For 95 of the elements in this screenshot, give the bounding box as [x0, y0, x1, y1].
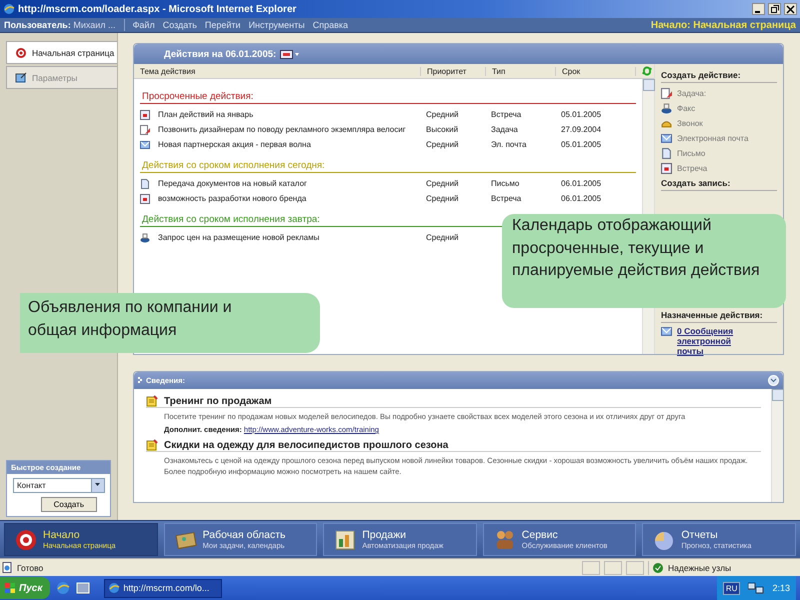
- clock-text: 2:13: [772, 583, 790, 593]
- restore-icon[interactable]: [769, 4, 780, 14]
- note-icon: [146, 439, 158, 451]
- type-cell-text: Встреча: [490, 194, 522, 203]
- task-icon: [140, 124, 150, 134]
- document-icon: [140, 178, 150, 188]
- security-zone-text: Надежные узлы: [668, 562, 732, 572]
- menu-item[interactable]: Создать: [162, 20, 197, 30]
- menu-item[interactable]: Справка: [312, 20, 348, 30]
- status-panel: [582, 560, 600, 574]
- activity-subject[interactable]: Позвонить дизайнерам по поводу рекламного экземпляра велосиг: [152, 125, 420, 134]
- priority-cell-text: Средний: [425, 140, 460, 149]
- sidebar-item[interactable]: Электронная почта: [661, 131, 777, 146]
- activity-subject[interactable]: Передача документов на новый каталог: [152, 179, 420, 188]
- sidebar-item[interactable]: Встреча: [661, 161, 777, 176]
- create-button[interactable]: Создать: [40, 497, 97, 512]
- user-label: Пользователь: Михаил ...: [4, 20, 116, 30]
- type-cell-text: Эл. почта: [490, 140, 528, 149]
- calendar-icon: [140, 194, 150, 204]
- checkmark-icon: [653, 562, 663, 572]
- settings-icon: [15, 72, 27, 84]
- callout-note: Объявления по компании и общая информация: [20, 293, 320, 353]
- panel-title: Действия на 06.01.2005:: [163, 48, 276, 60]
- calendar-icon: [140, 110, 150, 120]
- status-panel: [604, 560, 622, 574]
- fax-icon: [140, 232, 150, 242]
- taskbar-task[interactable]: http://mscrm.com/lo...: [104, 578, 222, 598]
- menu-item[interactable]: Инструменты: [248, 20, 305, 30]
- priority-cell-text: Средний: [425, 179, 460, 188]
- activity-subject[interactable]: План действий на январь: [152, 110, 420, 119]
- news-title: Тренинг по продажам: [164, 396, 272, 406]
- calendar-dropdown-icon[interactable]: [280, 49, 300, 59]
- scrollbar[interactable]: [771, 389, 783, 502]
- priority-cell-text: Высокий: [425, 125, 460, 134]
- browser-icon[interactable]: [56, 581, 70, 595]
- sidebar-item[interactable]: Звонок: [661, 116, 777, 131]
- network-icon[interactable]: [748, 582, 764, 594]
- priority-cell-text: Средний: [425, 194, 460, 203]
- due-date-cell-text: 06.01.2005: [560, 194, 602, 203]
- menu-item[interactable]: Перейти: [204, 20, 241, 30]
- column-header[interactable]: Приоритет: [421, 66, 486, 76]
- browser-icon: [3, 3, 15, 15]
- calendar-icon: [661, 163, 672, 174]
- browser-icon: [108, 582, 120, 594]
- column-header[interactable]: Тип: [486, 66, 556, 76]
- nav-tab[interactable]: Начальная страница: [6, 41, 117, 64]
- fax-icon: [661, 103, 672, 114]
- window-title: http://mscrm.com/loader.aspx - Microsoft Internet Explorer: [18, 4, 298, 14]
- document-icon: [661, 148, 672, 159]
- group-heading: Действия со сроком исполнения сегодня:: [140, 152, 636, 173]
- grip-icon: [138, 376, 142, 386]
- status-panel: [626, 560, 644, 574]
- column-header[interactable]: Тема действия: [134, 66, 421, 76]
- activity-subject[interactable]: Новая партнерская акция - первая волна: [152, 140, 420, 149]
- collapse-icon[interactable]: [768, 375, 779, 386]
- close-icon[interactable]: [785, 4, 796, 14]
- note-icon: [146, 395, 158, 407]
- entity-dropdown[interactable]: Контакт: [13, 478, 105, 493]
- callout-note: Календарь отображающий просроченные, текущие и планируемые действия действия: [502, 214, 786, 308]
- envelope-icon: [661, 326, 672, 337]
- priority-cell-text: Средний: [425, 110, 460, 119]
- type-cell-text: Письмо: [490, 179, 520, 188]
- due-date-cell-text: 27.09.2004: [560, 125, 602, 134]
- target-icon: [15, 46, 27, 58]
- sidebar-item[interactable]: Задача:: [661, 86, 777, 101]
- windows-flag-icon: [4, 582, 16, 594]
- section-title: Создать действие:: [661, 70, 777, 83]
- group-heading: Просроченные действия:: [140, 83, 636, 104]
- page-icon: [2, 562, 13, 573]
- due-date-cell-text: 05.01.2005: [560, 140, 602, 149]
- desktop-icon[interactable]: [76, 581, 90, 595]
- language-indicator[interactable]: RU: [722, 582, 740, 594]
- type-cell-text: Задача: [490, 125, 519, 134]
- due-date-cell-text: 05.01.2005: [560, 110, 602, 119]
- sidebar-item[interactable]: Письмо: [661, 146, 777, 161]
- envelope-icon: [661, 133, 672, 144]
- status-text: Готово: [17, 562, 44, 572]
- activity-subject[interactable]: возможность разработки нового бренда: [152, 194, 420, 203]
- email-messages-link[interactable]: 0 Сообщения электронной почты: [677, 326, 747, 356]
- type-cell-text: Встреча: [490, 110, 522, 119]
- due-date-cell-text: 06.01.2005: [560, 179, 602, 188]
- chart-icon: [334, 528, 356, 550]
- envelope-icon: [140, 140, 150, 150]
- activity-subject[interactable]: Запрос цен на размещение новой рекламы: [152, 233, 420, 242]
- target-icon: [15, 528, 37, 550]
- column-header[interactable]: Срок: [556, 66, 636, 76]
- section-title: Создать запись:: [661, 178, 777, 191]
- section-title: Назначенные действия:: [661, 310, 777, 323]
- priority-cell-text: Средний: [425, 233, 460, 242]
- menu-item[interactable]: Файл: [132, 20, 155, 30]
- start-button[interactable]: Пуск: [0, 577, 50, 599]
- news-title: Скидки на одежду для велосипедистов прошлого сезона: [164, 440, 448, 450]
- task-icon: [661, 88, 672, 99]
- sidebar-item[interactable]: Факс: [661, 101, 777, 116]
- location-title: Начало: Начальная страница: [650, 20, 796, 30]
